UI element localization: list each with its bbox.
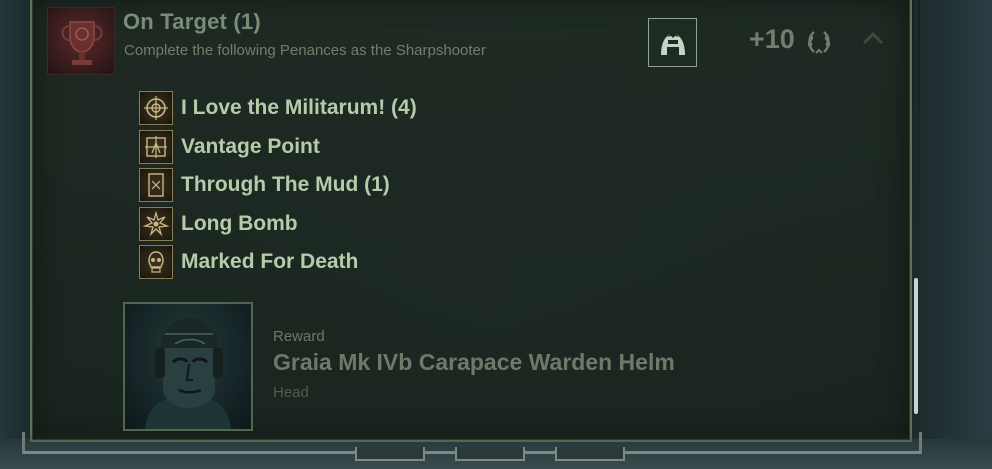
list-item[interactable]: Long Bomb bbox=[139, 205, 417, 244]
reward-caption: Reward bbox=[273, 328, 325, 345]
background-right bbox=[920, 0, 992, 469]
frame-ornament bbox=[355, 447, 425, 461]
frame-ornament bbox=[455, 447, 525, 461]
helmet-icon bbox=[145, 318, 231, 429]
reward-name: Graia Mk IVb Carapace Warden Helm bbox=[273, 349, 675, 375]
crosshair-icon bbox=[139, 91, 173, 126]
penance-title: On Target (1) bbox=[123, 9, 261, 34]
reward-slot: Head bbox=[273, 384, 309, 401]
reward-thumbnail[interactable] bbox=[123, 302, 253, 431]
explosion-icon bbox=[139, 206, 173, 241]
list-item[interactable]: Marked For Death bbox=[139, 243, 417, 282]
card-icon bbox=[139, 168, 173, 203]
frame-ornament bbox=[555, 447, 625, 461]
scope-icon bbox=[139, 129, 173, 164]
laurel-icon bbox=[805, 28, 833, 56]
list-item[interactable]: Vantage Point bbox=[139, 128, 417, 167]
penance-list: I Love the Militarum! (4) Vantage Point bbox=[139, 89, 417, 282]
list-item[interactable]: I Love the Militarum! (4) bbox=[139, 89, 417, 128]
penance-label: Long Bomb bbox=[181, 211, 298, 235]
penance-points: +10 bbox=[749, 24, 795, 54]
background-left bbox=[0, 0, 30, 469]
chevron-up-icon[interactable] bbox=[861, 30, 885, 46]
penance-label: I Love the Militarum! (4) bbox=[181, 96, 417, 120]
penance-label: Marked For Death bbox=[181, 250, 359, 274]
sharpshooter-class-icon bbox=[648, 18, 697, 67]
penance-description: Complete the following Penances as the S… bbox=[124, 42, 486, 59]
scrollbar-thumb[interactable] bbox=[914, 278, 918, 414]
skull-icon bbox=[139, 245, 173, 280]
penance-label: Vantage Point bbox=[181, 134, 320, 158]
penance-label: Through The Mud (1) bbox=[181, 173, 390, 197]
trophy-icon bbox=[47, 7, 115, 75]
penance-screen: On Target (1) Complete the following Pen… bbox=[0, 0, 992, 469]
list-item[interactable]: Through The Mud (1) bbox=[139, 166, 417, 205]
